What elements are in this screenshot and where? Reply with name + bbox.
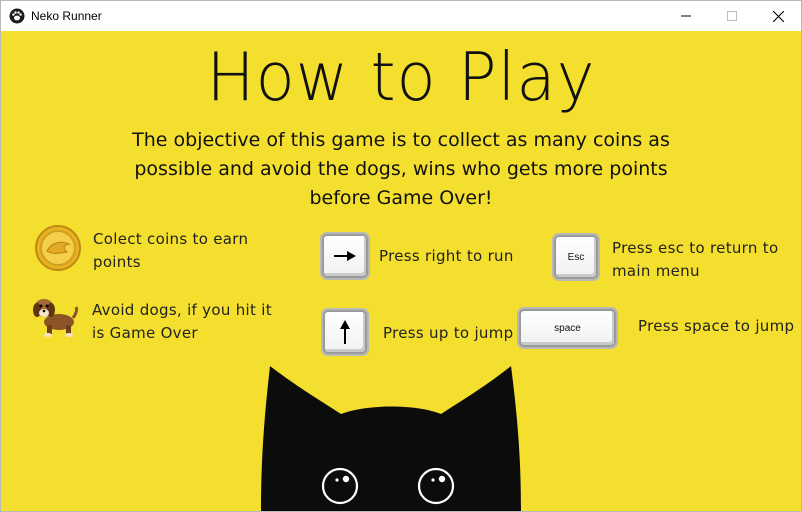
objective-text: The objective of this game is to collect… — [132, 129, 670, 209]
right-instruction: Press right to run — [379, 247, 514, 265]
dog-icon — [33, 299, 79, 337]
up-arrow-key — [323, 310, 367, 354]
minimize-icon — [681, 15, 691, 17]
maximize-icon — [727, 11, 737, 21]
esc-instruction: Press esc to return to main menu — [612, 239, 779, 280]
app-window: Neko Runner How to Play The objective of… — [0, 0, 802, 512]
up-instruction: Press up to jump — [383, 324, 514, 342]
arrow-right-icon — [334, 251, 356, 261]
right-arrow-key — [322, 234, 368, 278]
arrow-up-icon — [340, 320, 350, 344]
esc-key: Esc — [554, 235, 598, 279]
close-button[interactable] — [755, 1, 801, 31]
close-icon — [772, 10, 784, 22]
space-instruction: Press space to jump — [638, 317, 795, 335]
maximize-button[interactable] — [709, 1, 755, 31]
space-key: space — [519, 309, 616, 347]
coin-icon — [35, 225, 81, 271]
cat-silhouette-icon — [261, 366, 521, 511]
window-title: Neko Runner — [31, 9, 102, 23]
title-bar[interactable]: Neko Runner — [1, 1, 801, 31]
coins-instruction: Colect coins to earn points — [93, 230, 249, 271]
minimize-button[interactable] — [663, 1, 709, 31]
dogs-instruction: Avoid dogs, if you hit it is Game Over — [92, 301, 272, 342]
paw-icon — [9, 8, 25, 24]
page-title: How to Play — [206, 39, 596, 117]
how-to-play-screen: How to Play The objective of this game i… — [1, 31, 801, 511]
